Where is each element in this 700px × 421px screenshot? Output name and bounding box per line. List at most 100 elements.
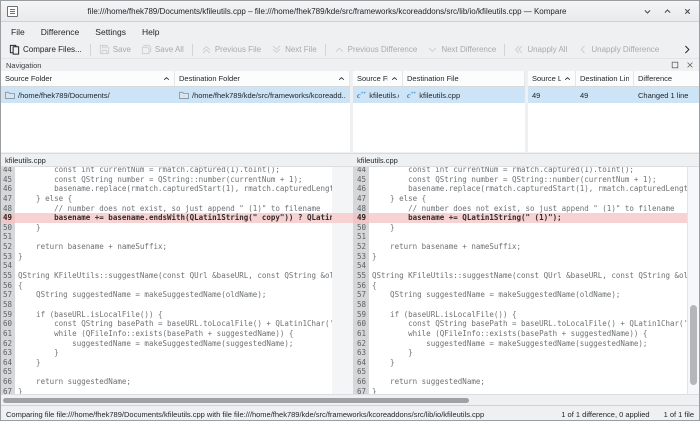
column-header-destination-line[interactable]: Destination Line bbox=[576, 71, 634, 86]
toolbar-button-previous-difference[interactable]: Previous Difference bbox=[329, 43, 423, 56]
minimize-icon[interactable] bbox=[642, 6, 653, 17]
line-number: 50 bbox=[1, 223, 15, 233]
code-line: 53} bbox=[353, 252, 689, 262]
code-line: 58 bbox=[1, 300, 332, 310]
column-header-destination-file[interactable]: Destination File bbox=[403, 71, 525, 86]
code-text: const int currentNum = rmatch.captured(1… bbox=[15, 167, 332, 175]
code-text bbox=[369, 261, 689, 271]
column-header-destination-folder[interactable]: Destination Folder bbox=[175, 71, 350, 86]
code-text bbox=[15, 232, 332, 242]
titlebar[interactable]: file:///home/fhek789/Documents/kfileutil… bbox=[1, 1, 699, 22]
column-header-source-file[interactable]: Source File bbox=[353, 71, 403, 86]
file-count: 1 of 1 file bbox=[664, 410, 694, 419]
code-line: 66 return suggestedName; bbox=[1, 377, 332, 387]
menu-difference[interactable]: Difference bbox=[33, 24, 88, 40]
code-text: { bbox=[15, 281, 332, 291]
code-line: 50 } bbox=[353, 223, 689, 233]
cell-text: 49 bbox=[532, 91, 540, 100]
toolbar-separator bbox=[90, 44, 91, 56]
toolbar-button-compare-files[interactable]: Compare Files... bbox=[4, 43, 87, 56]
horizontal-scrollbar-handle[interactable] bbox=[3, 398, 469, 403]
sort-indicator-icon bbox=[163, 74, 170, 83]
app-icon bbox=[7, 6, 18, 17]
toolbar-button-save[interactable]: Save bbox=[94, 43, 136, 56]
cpp-file-icon: c++ bbox=[357, 91, 366, 100]
lines-row[interactable]: 4949Changed 1 line bbox=[528, 87, 700, 103]
chevron-down-icon bbox=[427, 44, 438, 55]
column-header-label: Difference bbox=[638, 74, 696, 83]
code-line: 60 const QString basePath = baseURL.toLo… bbox=[353, 319, 689, 329]
menu-bar: FileDifferenceSettingsHelp bbox=[1, 22, 699, 41]
code-line: 64 } bbox=[353, 358, 689, 368]
cell-text: /home/fhek789/kde/src/frameworks/kcoread… bbox=[192, 91, 346, 100]
toolbar-button-unapply-all[interactable]: Unapply All bbox=[508, 43, 572, 56]
destination-code-pane[interactable]: 44 const int currentNum = rmatch.capture… bbox=[353, 167, 689, 394]
files-header: Source FileDestination File bbox=[353, 71, 525, 87]
close-icon[interactable] bbox=[682, 6, 693, 17]
code-line: 56{ bbox=[1, 281, 332, 291]
vertical-scrollbar-handle[interactable] bbox=[690, 305, 697, 384]
lines-cell: 49 bbox=[528, 91, 576, 100]
code-line: 54 bbox=[1, 261, 332, 271]
line-number: 65 bbox=[353, 367, 369, 377]
code-line: 48 // number does not exist, so just app… bbox=[1, 204, 332, 214]
folders-row[interactable]: /home/fhek789/Documents//home/fhek789/kd… bbox=[1, 87, 350, 103]
code-text: } bbox=[369, 223, 689, 233]
kompare-window: file:///home/fhek789/Documents/kfileutil… bbox=[0, 0, 700, 421]
navigation-dock-header: Navigation bbox=[1, 59, 699, 71]
column-header-label: Source Folder bbox=[5, 74, 160, 83]
code-line: 51 bbox=[353, 232, 689, 242]
sort-indicator-icon bbox=[338, 74, 345, 83]
toolbar-button-next-difference[interactable]: Next Difference bbox=[422, 43, 501, 56]
code-text bbox=[369, 300, 689, 310]
double-chevron-left-icon bbox=[513, 44, 524, 55]
code-line: 52 return basename + nameSuffix; bbox=[353, 242, 689, 252]
code-line: 61 while (QFileInfo::exists(basePath + s… bbox=[1, 329, 332, 339]
menu-file[interactable]: File bbox=[3, 24, 33, 40]
vertical-scrollbar[interactable] bbox=[687, 167, 699, 394]
code-line: 64 } bbox=[1, 358, 332, 368]
code-text: } bbox=[15, 252, 332, 262]
source-code-pane[interactable]: 44 const int currentNum = rmatch.capture… bbox=[1, 167, 332, 394]
code-text: // number does not exist, so just append… bbox=[369, 204, 689, 214]
toolbar-button-next-file[interactable]: Next File bbox=[266, 43, 322, 56]
column-header-source-line[interactable]: Source Line bbox=[528, 71, 576, 86]
column-header-label: Destination Folder bbox=[179, 74, 335, 83]
toolbar-separator bbox=[325, 44, 326, 56]
code-line: 57 QString suggestedName = makeSuggested… bbox=[1, 290, 332, 300]
toolbar-overflow-icon[interactable] bbox=[682, 44, 693, 55]
chevron-left-icon bbox=[577, 44, 588, 55]
code-line: 46 basename.replace(rmatch.capturedStart… bbox=[1, 184, 332, 194]
code-line: 44 const int currentNum = rmatch.capture… bbox=[1, 167, 332, 175]
files-cell: c++kfileutils.cpp bbox=[403, 91, 525, 100]
code-text bbox=[369, 232, 689, 242]
code-text bbox=[15, 261, 332, 271]
line-number: 47 bbox=[1, 194, 15, 204]
column-header-difference[interactable]: Difference bbox=[634, 71, 700, 86]
line-number: 52 bbox=[353, 242, 369, 252]
horizontal-scrollbar[interactable] bbox=[1, 394, 699, 405]
code-line: 56{ bbox=[353, 281, 689, 291]
sort-indicator-icon bbox=[391, 74, 398, 83]
toolbar-button-unapply-difference[interactable]: Unapply Difference bbox=[572, 43, 664, 56]
files-row[interactable]: c++kfileutils.c...c++kfileutils.cpp bbox=[353, 87, 525, 103]
line-number: 50 bbox=[353, 223, 369, 233]
diff-pane-titles: kfileutils.cpp kfileutils.cpp bbox=[1, 153, 699, 167]
line-number: 56 bbox=[1, 281, 15, 291]
save-all-icon bbox=[141, 44, 152, 55]
code-text: QString suggestedName = makeSuggestedNam… bbox=[369, 290, 689, 300]
maximize-icon[interactable] bbox=[662, 6, 673, 17]
folder-icon bbox=[5, 91, 15, 99]
toolbar-button-previous-file[interactable]: Previous File bbox=[196, 43, 266, 56]
toolbar-button-save-all[interactable]: Save All bbox=[136, 43, 189, 56]
line-number: 48 bbox=[353, 204, 369, 214]
code-line: 65 bbox=[1, 367, 332, 377]
code-line: 46 basename.replace(rmatch.capturedStart… bbox=[353, 184, 689, 194]
code-text bbox=[369, 367, 689, 377]
menu-settings[interactable]: Settings bbox=[87, 24, 134, 40]
line-number: 57 bbox=[1, 290, 15, 300]
code-text: basename += QLatin1String(" (1)"); bbox=[369, 213, 689, 223]
code-line: 63 } bbox=[353, 348, 689, 358]
menu-help[interactable]: Help bbox=[134, 24, 167, 40]
column-header-source-folder[interactable]: Source Folder bbox=[1, 71, 175, 86]
